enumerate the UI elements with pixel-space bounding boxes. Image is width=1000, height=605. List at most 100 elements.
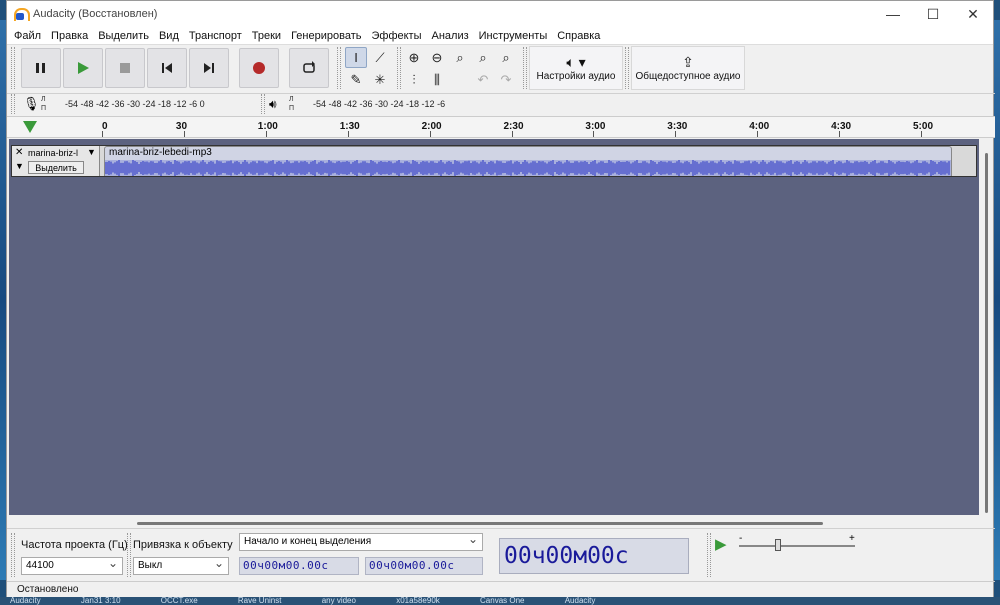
undo-button[interactable]: ↶ [472, 69, 494, 90]
rate-grip[interactable] [11, 533, 15, 577]
speed-slider-track[interactable] [739, 545, 855, 547]
play-at-speed-button[interactable]: ▶ [715, 535, 727, 553]
play-head-triangle-icon[interactable] [23, 121, 37, 133]
taskbar-item[interactable]: Canvas One [480, 597, 524, 605]
skip-to-end-button[interactable] [189, 48, 229, 88]
selection-start-time[interactable]: 00ч00м00.00с [239, 557, 359, 575]
taskbar-item[interactable]: Jan31 3:10 [81, 597, 121, 605]
snap-grip[interactable] [127, 533, 131, 577]
play-meter-grip[interactable] [261, 94, 265, 114]
record-meter-grip[interactable] [11, 94, 15, 114]
ruler-tick-mark [593, 131, 595, 137]
project-rate-dropdown[interactable]: 44100 [21, 555, 123, 575]
menu-edit[interactable]: Правка [46, 30, 93, 42]
ruler-tick-mark [675, 131, 677, 137]
track-menu-arrow-icon[interactable]: ▼ [87, 147, 96, 157]
menu-help[interactable]: Справка [552, 30, 605, 42]
play-button[interactable] [63, 48, 103, 88]
speed-minus-label: - [739, 533, 743, 544]
track-expand-icon[interactable]: ▼ [15, 161, 24, 171]
selection-end-time[interactable]: 00ч00м00.00с [365, 557, 483, 575]
taskbar-item[interactable]: x01a58e90k [396, 597, 440, 605]
audio-position-display[interactable]: 00ч00м00с [499, 538, 689, 574]
speed-plus-label: + [849, 533, 855, 544]
play-meter-scale[interactable]: -54 -48 -42 -36 -30 -24 -18 -12 -6 [313, 99, 445, 109]
ruler-tick-label: 5:00 [913, 121, 934, 132]
transport-grip[interactable] [11, 47, 15, 89]
menu-effects[interactable]: Эффекты [366, 30, 426, 42]
select-track-button[interactable]: Выделить [28, 161, 84, 174]
audio-clip[interactable]: marina-briz-lebedi-mp3 [104, 146, 952, 176]
close-button[interactable]: ✕ [953, 1, 993, 27]
multi-tool[interactable]: ✳ [369, 69, 391, 90]
ruler-tick-mark [183, 131, 185, 137]
selection-mode-dropdown[interactable]: Начало и конец выделения [239, 531, 483, 551]
record-button[interactable] [239, 48, 279, 88]
zoom-toggle-icon: ⌕ [502, 49, 510, 65]
ruler-tick-label: 1:00 [257, 121, 278, 132]
zoom-toggle-button[interactable]: ⌕ [495, 47, 517, 68]
taskbar-item[interactable]: Audacity [565, 597, 596, 605]
trim-button[interactable]: ⫶ [403, 69, 425, 90]
i-beam-icon: I [354, 50, 358, 65]
ruler-tick-label: 4:30 [831, 121, 852, 132]
microphone-icon[interactable]: 🎙︎ [23, 96, 40, 112]
taskbar-item[interactable]: Audacity [10, 597, 41, 605]
tools-grip[interactable] [337, 47, 341, 89]
close-track-icon[interactable]: ✕ [15, 147, 23, 158]
menu-file[interactable]: Файл [9, 30, 46, 42]
vertical-scrollbar[interactable] [985, 153, 988, 513]
selection-tool[interactable]: I [345, 47, 367, 68]
track-name[interactable]: marina-briz-l [28, 148, 78, 158]
meter-toolbar: 🎙︎ ЛП -54 -48 -42 -36 -30 -24 -18 -12 -6… [7, 93, 995, 115]
minimize-button[interactable]: — [873, 1, 913, 27]
ruler-tick-label: 4:00 [749, 121, 770, 132]
draw-tool[interactable]: ✎ [345, 69, 367, 90]
taskbar-item[interactable]: any video [322, 597, 356, 605]
menu-view[interactable]: Вид [154, 30, 184, 42]
maximize-button[interactable]: ☐ [913, 1, 953, 27]
menu-analyze[interactable]: Анализ [427, 30, 474, 42]
menu-tools[interactable]: Инструменты [474, 30, 553, 42]
snap-dropdown[interactable]: Выкл [133, 555, 229, 575]
envelope-tool[interactable]: ⟋ [369, 47, 391, 68]
pause-button[interactable] [21, 48, 61, 88]
fit-selection-button[interactable]: ⌕ [449, 47, 471, 68]
ruler-tick-label: 30 [175, 121, 188, 132]
audio-setup-label: Настройки аудио [536, 71, 616, 82]
zoom-in-button[interactable]: ⊕ [403, 47, 425, 68]
waveform[interactable] [105, 160, 951, 176]
taskbar-item[interactable]: Rave Uninst [238, 597, 282, 605]
zoom-out-button[interactable]: ⊖ [426, 47, 448, 68]
pause-icon [36, 63, 45, 73]
record-meter-scale[interactable]: -54 -48 -42 -36 -30 -24 -18 -12 -6 0 [65, 99, 205, 109]
play-speed-grip[interactable] [707, 533, 711, 577]
undo-icon: ↶ [477, 71, 489, 87]
share-audio-button[interactable]: ⇪ Общедоступное аудио [631, 46, 745, 90]
timeline-ruler[interactable]: 0 30 1:00 1:30 2:00 2:30 3:00 3:30 4:00 4:30 5:00 [7, 116, 995, 138]
audio-setup-grip[interactable] [523, 47, 527, 89]
redo-button[interactable]: ↷ [495, 69, 517, 90]
taskbar-item[interactable]: OCCT.exe [161, 597, 198, 605]
audio-track[interactable]: ✕ marina-briz-l ▼ ▼ Выделить marina-briz… [11, 145, 977, 177]
skip-to-start-button[interactable] [147, 48, 187, 88]
speed-slider-thumb[interactable] [775, 539, 781, 551]
snap-label: Привязка к объекту [133, 539, 233, 551]
speaker-meter-icon[interactable]: 🔊︎ [269, 97, 277, 112]
menu-generate[interactable]: Генерировать [286, 30, 366, 42]
ruler-tick-mark [429, 131, 431, 137]
menu-transport[interactable]: Транспорт [184, 30, 247, 42]
share-grip[interactable] [625, 47, 629, 89]
silence-button[interactable]: ⫼ [426, 69, 448, 90]
horizontal-scrollbar[interactable] [137, 522, 823, 525]
track-area[interactable]: ✕ marina-briz-l ▼ ▼ Выделить marina-briz… [9, 139, 979, 515]
clip-title[interactable]: marina-briz-lebedi-mp3 [105, 147, 951, 159]
audio-setup-button[interactable]: 🔈︎ ▾ Настройки аудио [529, 46, 623, 90]
menu-tracks[interactable]: Треки [247, 30, 286, 42]
fit-project-button[interactable]: ⌕ [472, 47, 494, 68]
loop-button[interactable] [289, 48, 329, 88]
waveform-path [105, 160, 950, 176]
edit-grip[interactable] [397, 47, 401, 89]
menu-select[interactable]: Выделить [93, 30, 154, 42]
stop-button[interactable] [105, 48, 145, 88]
